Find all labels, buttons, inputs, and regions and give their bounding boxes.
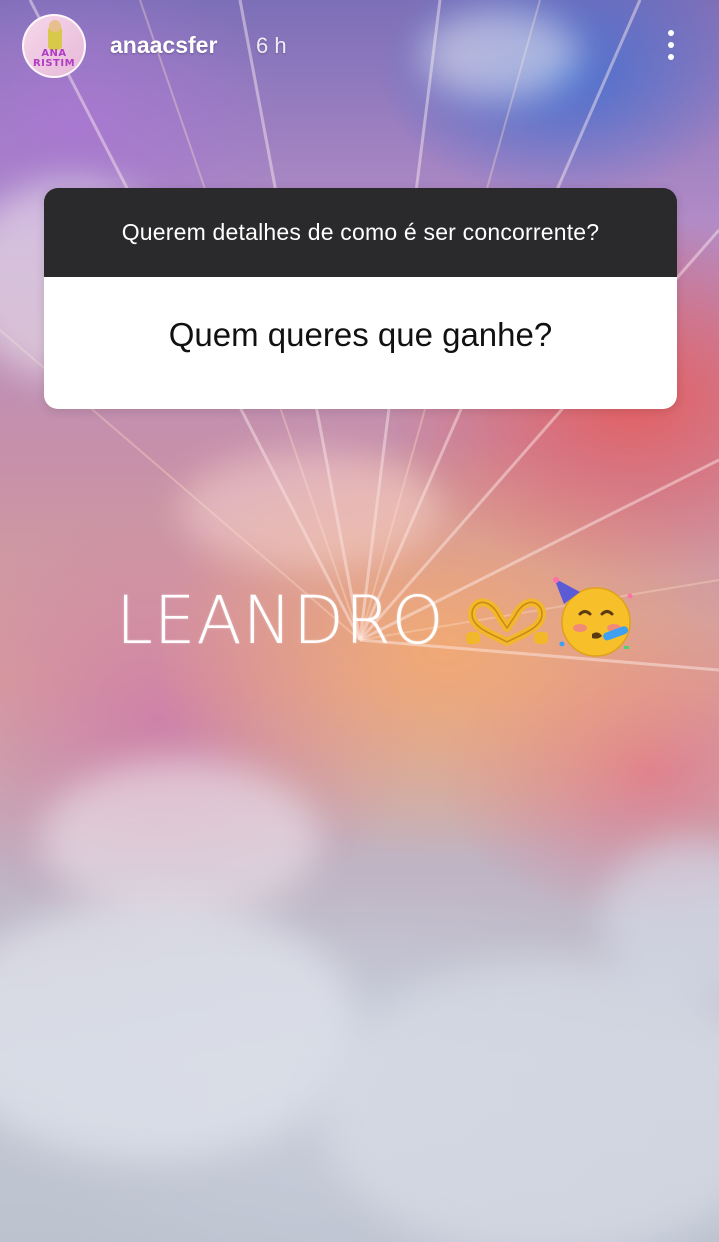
time-ago: 6 h [256,33,287,58]
sticker-answer-text: Quem queres que ganhe? [168,316,553,353]
avatar-head [49,20,61,32]
username[interactable]: anaacsfer [110,32,217,59]
heart-hands-emoji [466,598,548,646]
avatar-text: ANA RISTIM [32,48,76,69]
story-header: ANA RISTIM anaacsfer 6 h [0,0,719,92]
sticker-question-text: Querem detalhes de como é ser concorrent… [121,219,600,245]
partying-face-emoji [553,577,633,657]
question-sticker[interactable]: Querem detalhes de como é ser concorrent… [44,188,677,409]
more-options-icon[interactable] [656,24,686,66]
sticker-answer-area: Quem queres que ganhe? [44,277,677,409]
caption-text: LEANDRO [116,582,445,659]
profile-avatar[interactable]: ANA RISTIM [22,14,86,78]
sticker-question-area: Querem detalhes de como é ser concorrent… [44,188,677,277]
